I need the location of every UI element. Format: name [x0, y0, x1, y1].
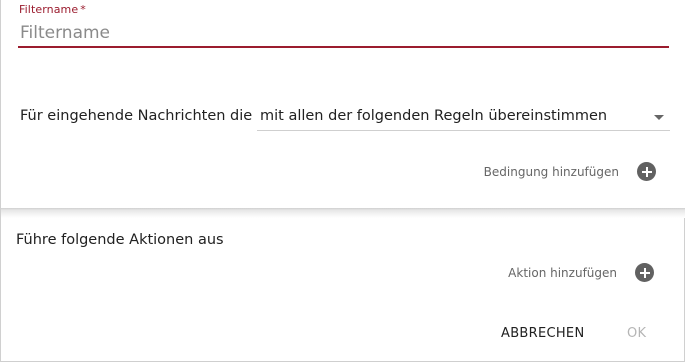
rule-match-selected-value: mit allen der folgenden Regeln übereinst… — [260, 108, 608, 124]
filter-name-label-text: Filtername — [19, 3, 79, 16]
plus-circle-icon[interactable] — [637, 162, 656, 181]
actions-heading: Führe folgende Aktionen aus — [16, 232, 224, 248]
filter-name-label: Filtername * — [19, 3, 86, 16]
filter-name-input[interactable] — [18, 20, 669, 48]
conditions-section: Filtername* Für eingehende Nachrichten d… — [1, 0, 685, 208]
plus-circle-icon[interactable] — [635, 263, 654, 282]
section-divider — [1, 208, 685, 218]
filter-dialog: Filtername* Für eingehende Nachrichten d… — [0, 0, 685, 362]
add-condition-label: Bedingung hinzufügen — [483, 164, 619, 179]
rule-prefix-text: Für eingehende Nachrichten die — [20, 108, 253, 124]
add-action-button[interactable]: Aktion hinzufügen — [508, 263, 654, 282]
caret-down-icon[interactable] — [654, 115, 664, 120]
cancel-button[interactable]: ABBRECHEN — [501, 326, 584, 341]
add-condition-button[interactable]: Bedingung hinzufügen — [484, 162, 656, 181]
add-action-label: Aktion hinzufügen — [508, 265, 617, 280]
ok-button[interactable]: OK — [627, 326, 646, 341]
required-marker: * — [80, 3, 86, 16]
rule-match-select[interactable]: mit allen der folgenden Regeln übereinst… — [257, 104, 670, 131]
